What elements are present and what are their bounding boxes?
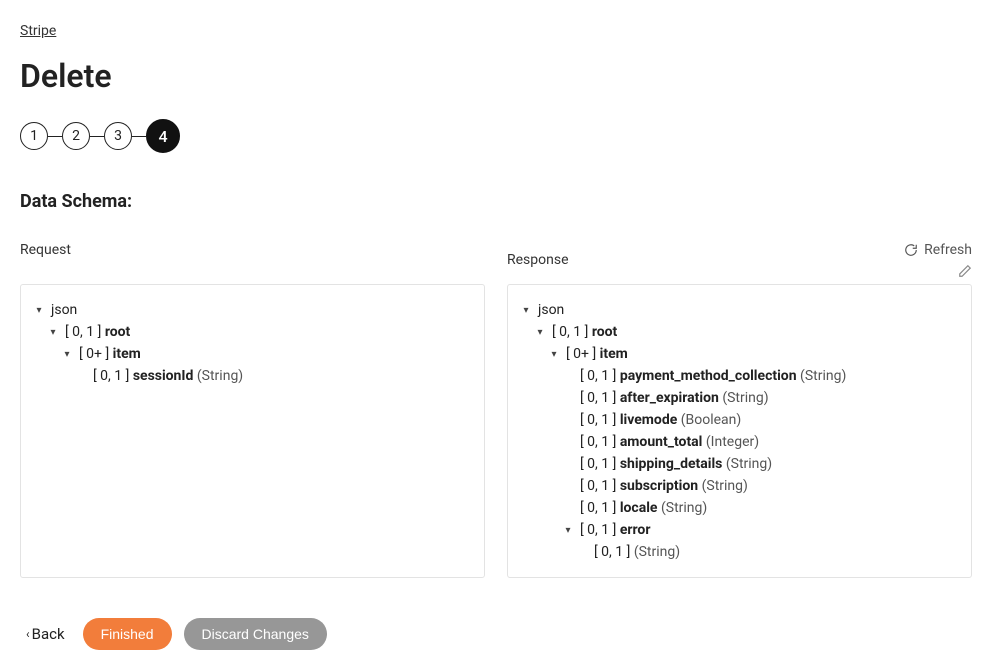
tree-node-label: [ 0, 1 ] payment_method_collection (Stri… <box>580 368 846 384</box>
request-panel: ▾ json ▾ [ 0, 1 ] root ▾ [ 0+ ] item ▾[ 0, 1 ]… <box>20 284 485 578</box>
response-tree-row[interactable]: ▾ [ 0, 1 ] root <box>520 321 959 343</box>
tree-node-label: [ 0, 1 ] shipping_details (String) <box>580 456 772 472</box>
stepper: 1234 <box>20 119 972 153</box>
request-panel-title: Request <box>20 242 485 258</box>
request-tree-row[interactable]: ▾ [ 0, 1 ] root <box>33 321 472 343</box>
tree-node-label: [ 0, 1 ] (String) <box>594 544 680 560</box>
refresh-label: Refresh <box>924 242 972 258</box>
tree-node-label: [ 0+ ] item <box>566 346 628 362</box>
tree-node-label: [ 0, 1 ] locale (String) <box>580 500 707 516</box>
back-button[interactable]: ‹ Back <box>20 621 71 647</box>
response-tree-row[interactable]: ▾[ 0, 1 ] livemode (Boolean) <box>520 409 959 431</box>
step-2[interactable]: 2 <box>62 122 90 150</box>
chevron-down-icon[interactable]: ▾ <box>534 327 546 338</box>
tree-node-label: [ 0, 1 ] livemode (Boolean) <box>580 412 741 428</box>
chevron-down-icon[interactable]: ▾ <box>548 349 560 360</box>
tree-node-label: [ 0, 1 ] root <box>65 324 130 340</box>
tree-node-label: [ 0, 1 ] after_expiration (String) <box>580 390 769 406</box>
tree-node-label: [ 0, 1 ] error <box>580 522 650 538</box>
chevron-down-icon[interactable]: ▾ <box>520 305 532 316</box>
step-connector <box>132 136 146 137</box>
response-tree-row[interactable]: ▾ [ 0+ ] item <box>520 343 959 365</box>
response-tree-row[interactable]: ▾[ 0, 1 ] (String) <box>520 541 959 563</box>
request-tree-row[interactable]: ▾ json <box>33 299 472 321</box>
tree-node-label: [ 0, 1 ] sessionId (String) <box>93 368 243 384</box>
chevron-down-icon[interactable]: ▾ <box>562 525 574 536</box>
tree-node-label: [ 0, 1 ] root <box>552 324 617 340</box>
request-tree-row[interactable]: ▾[ 0, 1 ] sessionId (String) <box>33 365 472 387</box>
tree-node-label: json <box>538 302 564 318</box>
response-panel-title: Response <box>507 252 569 268</box>
chevron-down-icon[interactable]: ▾ <box>47 327 59 338</box>
page-title: Delete <box>20 57 972 95</box>
chevron-left-icon: ‹ <box>26 627 30 641</box>
step-1[interactable]: 1 <box>20 122 48 150</box>
section-label: Data Schema: <box>20 191 972 212</box>
response-tree-row[interactable]: ▾[ 0, 1 ] locale (String) <box>520 497 959 519</box>
step-4[interactable]: 4 <box>146 119 180 153</box>
chevron-down-icon[interactable]: ▾ <box>33 305 45 316</box>
response-tree-row[interactable]: ▾[ 0, 1 ] subscription (String) <box>520 475 959 497</box>
response-tree-row[interactable]: ▾[ 0, 1 ] after_expiration (String) <box>520 387 959 409</box>
response-panel: ▾json▾[ 0, 1 ] root▾[ 0+ ] item▾[ 0, 1 ]… <box>507 284 972 578</box>
step-3[interactable]: 3 <box>104 122 132 150</box>
request-tree-row[interactable]: ▾ [ 0+ ] item <box>33 343 472 365</box>
tree-node-label: [ 0, 1 ] subscription (String) <box>580 478 748 494</box>
step-connector <box>90 136 104 137</box>
refresh-icon <box>904 243 918 257</box>
response-tree-row[interactable]: ▾[ 0, 1 ] amount_total (Integer) <box>520 431 959 453</box>
response-tree-row[interactable]: ▾ [ 0, 1 ] error <box>520 519 959 541</box>
tree-node-label: [ 0+ ] item <box>79 346 141 362</box>
response-tree-row[interactable]: ▾[ 0, 1 ] payment_method_collection (Str… <box>520 365 959 387</box>
response-tree-row[interactable]: ▾ json <box>520 299 959 321</box>
chevron-down-icon[interactable]: ▾ <box>61 349 73 360</box>
step-connector <box>48 136 62 137</box>
finished-button[interactable]: Finished <box>83 618 172 650</box>
breadcrumb[interactable]: Stripe <box>20 23 56 39</box>
discard-button[interactable]: Discard Changes <box>184 618 327 650</box>
tree-node-label: json <box>51 302 77 318</box>
edit-icon[interactable] <box>958 264 972 278</box>
refresh-button[interactable]: Refresh <box>904 242 972 258</box>
back-label: Back <box>32 625 65 643</box>
response-tree-row[interactable]: ▾[ 0, 1 ] shipping_details (String) <box>520 453 959 475</box>
tree-node-label: [ 0, 1 ] amount_total (Integer) <box>580 434 759 450</box>
